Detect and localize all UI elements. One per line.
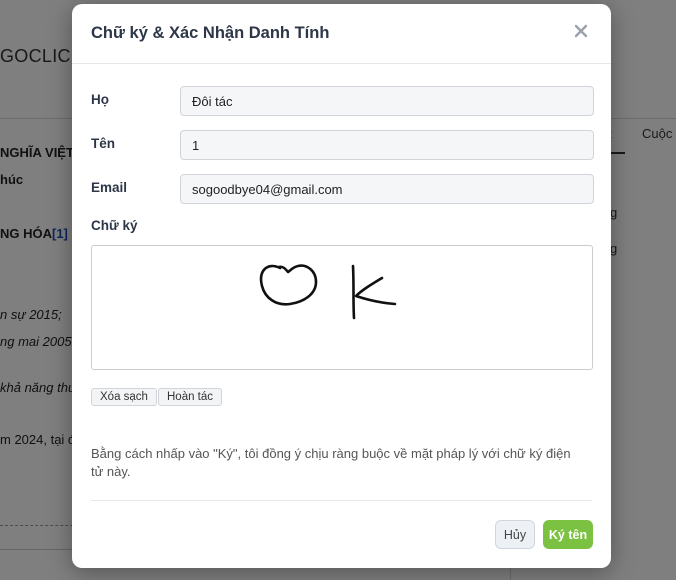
first-name-input[interactable] [180, 130, 594, 160]
dialog-header: Chữ ký & Xác Nhận Danh Tính [72, 4, 611, 64]
signature-label: Chữ ký [91, 218, 138, 233]
last-name-input[interactable] [180, 86, 594, 116]
email-input[interactable] [180, 174, 594, 204]
cancel-button[interactable]: Hủy [495, 520, 535, 549]
signature-dialog: Chữ ký & Xác Nhận Danh Tính Họ Tên Email… [72, 4, 611, 568]
last-name-label: Họ [91, 92, 109, 107]
signature-drawing [259, 264, 397, 320]
footer-divider [91, 500, 592, 501]
signature-stroke-o [259, 264, 318, 306]
signature-pad[interactable] [91, 245, 593, 370]
close-button[interactable] [571, 21, 591, 41]
signature-stroke-k-stem [351, 264, 356, 320]
first-name-label: Tên [91, 136, 116, 151]
close-icon [574, 24, 588, 38]
legal-consent-text: Bằng cách nhấp vào "Ký", tôi đồng ý chịu… [91, 446, 571, 479]
clear-signature-button[interactable]: Xóa sạch [91, 388, 157, 406]
signature-stroke-k-arms [354, 276, 397, 306]
dialog-title: Chữ ký & Xác Nhận Danh Tính [91, 24, 330, 42]
sign-button[interactable]: Ký tên [543, 520, 593, 549]
undo-signature-button[interactable]: Hoàn tác [158, 388, 223, 406]
email-label: Email [91, 180, 128, 195]
